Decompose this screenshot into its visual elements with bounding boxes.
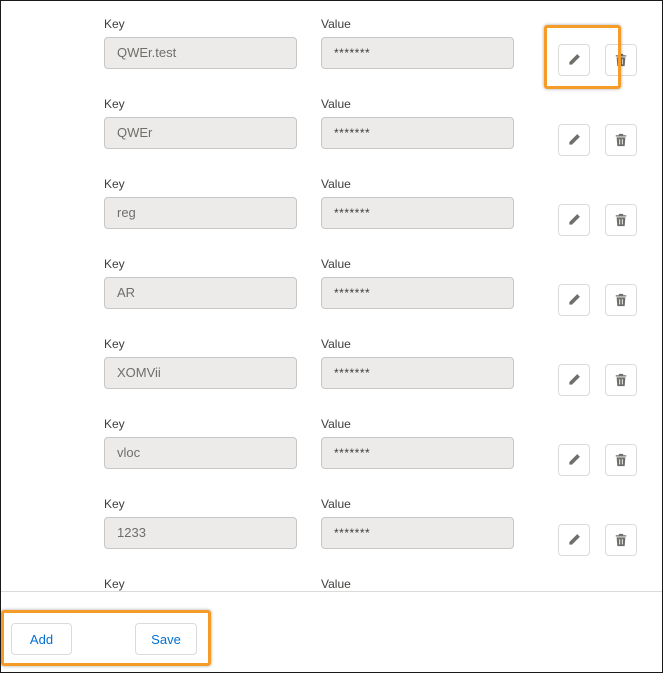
key-label: Key bbox=[104, 417, 125, 431]
delete-button[interactable] bbox=[605, 204, 637, 236]
delete-button[interactable] bbox=[605, 284, 637, 316]
key-field[interactable]: QWEr bbox=[104, 117, 297, 149]
trash-icon bbox=[615, 373, 627, 387]
footer: Add Save bbox=[1, 591, 662, 672]
key-label: Key bbox=[104, 497, 125, 511]
edit-button[interactable] bbox=[558, 524, 590, 556]
list-item: Key Value XOMVii ******* bbox=[1, 337, 662, 417]
list-item: Key Value AR ******* bbox=[1, 257, 662, 337]
edit-button[interactable] bbox=[558, 284, 590, 316]
key-label: Key bbox=[104, 257, 125, 271]
delete-button[interactable] bbox=[605, 44, 637, 76]
value-field[interactable]: ******* bbox=[321, 197, 514, 229]
key-label: Key bbox=[104, 337, 125, 351]
value-field[interactable]: ******* bbox=[321, 37, 514, 69]
key-field[interactable]: 1233 bbox=[104, 517, 297, 549]
edit-button[interactable] bbox=[558, 204, 590, 236]
save-button[interactable]: Save bbox=[135, 623, 197, 655]
list-item: Key Value bbox=[1, 577, 662, 591]
edit-button[interactable] bbox=[558, 444, 590, 476]
delete-button[interactable] bbox=[605, 364, 637, 396]
list-item: Key Value reg ******* bbox=[1, 177, 662, 257]
value-label: Value bbox=[321, 257, 351, 271]
value-field[interactable]: ******* bbox=[321, 517, 514, 549]
add-button[interactable]: Add bbox=[11, 623, 72, 655]
pencil-icon bbox=[569, 214, 580, 225]
pencil-icon bbox=[568, 54, 580, 66]
key-field[interactable]: XOMVii bbox=[104, 357, 297, 389]
edit-button[interactable] bbox=[558, 364, 590, 396]
value-label: Value bbox=[321, 497, 351, 511]
value-field[interactable]: ******* bbox=[321, 357, 514, 389]
list-item: Key Value QWEr.test ******* bbox=[1, 17, 662, 97]
value-field[interactable]: ******* bbox=[321, 117, 514, 149]
pencil-icon bbox=[569, 294, 580, 305]
key-label: Key bbox=[104, 577, 125, 591]
delete-button[interactable] bbox=[605, 524, 637, 556]
edit-button[interactable] bbox=[558, 44, 590, 76]
value-label: Value bbox=[321, 337, 351, 351]
list-item: Key Value vloc ******* bbox=[1, 417, 662, 497]
pencil-icon bbox=[569, 134, 580, 145]
trash-icon bbox=[615, 53, 627, 67]
delete-button[interactable] bbox=[605, 444, 637, 476]
value-field[interactable]: ******* bbox=[321, 277, 514, 309]
value-label: Value bbox=[321, 177, 351, 191]
list-item: Key Value QWEr ******* bbox=[1, 97, 662, 177]
key-field[interactable]: vloc bbox=[104, 437, 297, 469]
list-item: Key Value 1233 ******* bbox=[1, 497, 662, 577]
value-label: Value bbox=[321, 97, 351, 111]
value-field[interactable]: ******* bbox=[321, 437, 514, 469]
value-label: Value bbox=[321, 577, 351, 591]
key-field[interactable]: reg bbox=[104, 197, 297, 229]
key-value-editor: Key Value QWEr.test ******* Key Value QW… bbox=[0, 0, 663, 673]
key-field[interactable]: AR bbox=[104, 277, 297, 309]
key-label: Key bbox=[104, 17, 125, 31]
trash-icon bbox=[615, 213, 627, 227]
pencil-icon bbox=[569, 374, 580, 385]
trash-icon bbox=[615, 533, 627, 547]
pencil-icon bbox=[569, 534, 580, 545]
key-value-list[interactable]: Key Value QWEr.test ******* Key Value QW… bbox=[1, 1, 662, 591]
key-label: Key bbox=[104, 177, 125, 191]
trash-icon bbox=[615, 293, 627, 307]
trash-icon bbox=[615, 453, 627, 467]
edit-button[interactable] bbox=[558, 124, 590, 156]
value-label: Value bbox=[321, 17, 351, 31]
delete-button[interactable] bbox=[605, 124, 637, 156]
pencil-icon bbox=[569, 454, 580, 465]
key-label: Key bbox=[104, 97, 125, 111]
key-field[interactable]: QWEr.test bbox=[104, 37, 297, 69]
trash-icon bbox=[615, 133, 627, 147]
value-label: Value bbox=[321, 417, 351, 431]
